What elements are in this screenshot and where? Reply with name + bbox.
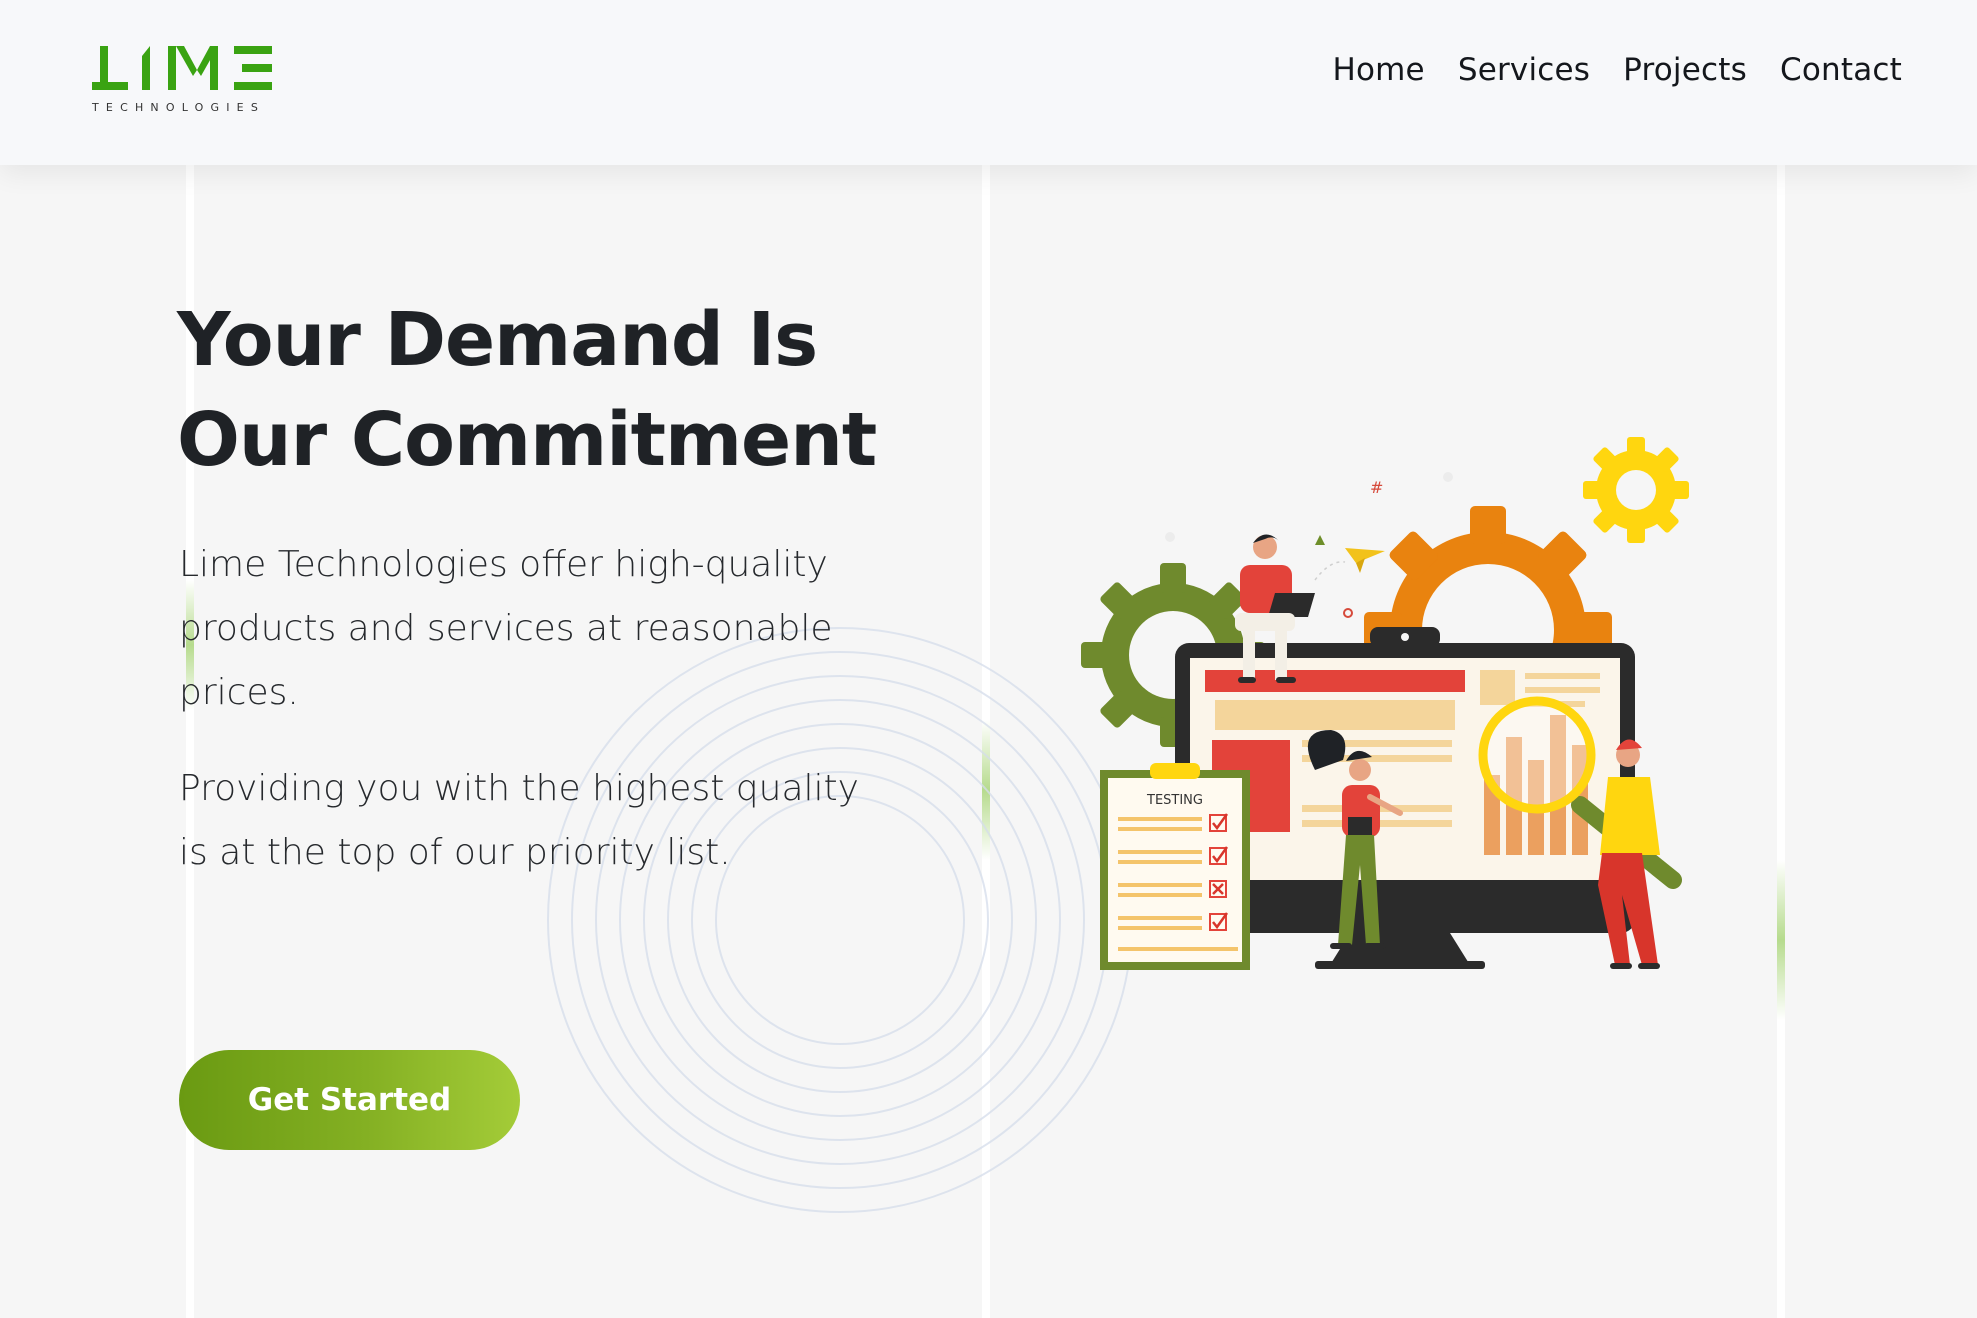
hero-paragraph-1: Lime Technologies offer high-quality pro… [179,544,833,713]
lime-logo-icon [92,46,272,90]
main-nav: Home Services Projects Contact [1332,52,1902,88]
hero-illustration: # TESTING [1081,437,1689,970]
bg-line-right [1777,160,1785,1318]
nav-contact[interactable]: Contact [1780,52,1902,88]
nav-home[interactable]: Home [1332,52,1424,88]
hero-title: Your Demand Is Our Commitment [177,290,897,490]
clipboard-label: TESTING [1146,793,1203,808]
hero-paragraph-2: Providing you with the highest quality i… [179,768,859,873]
brand-tagline: TECHNOLOGIES [92,101,266,114]
gear-icon-yellow [1583,437,1689,543]
paper-plane-icon [1314,548,1385,581]
brand-logo[interactable]: TECHNOLOGIES [92,44,272,116]
hero-title-line-1: Your Demand Is [177,297,818,383]
clipboard-icon: TESTING [1100,763,1250,970]
nav-projects[interactable]: Projects [1623,52,1747,88]
svg-text:#: # [1370,478,1383,497]
hero-title-line-2: Our Commitment [177,397,877,483]
site-header: TECHNOLOGIES Home Services Projects Cont… [0,0,1977,165]
get-started-button[interactable]: Get Started [179,1050,520,1150]
nav-services[interactable]: Services [1458,52,1590,88]
